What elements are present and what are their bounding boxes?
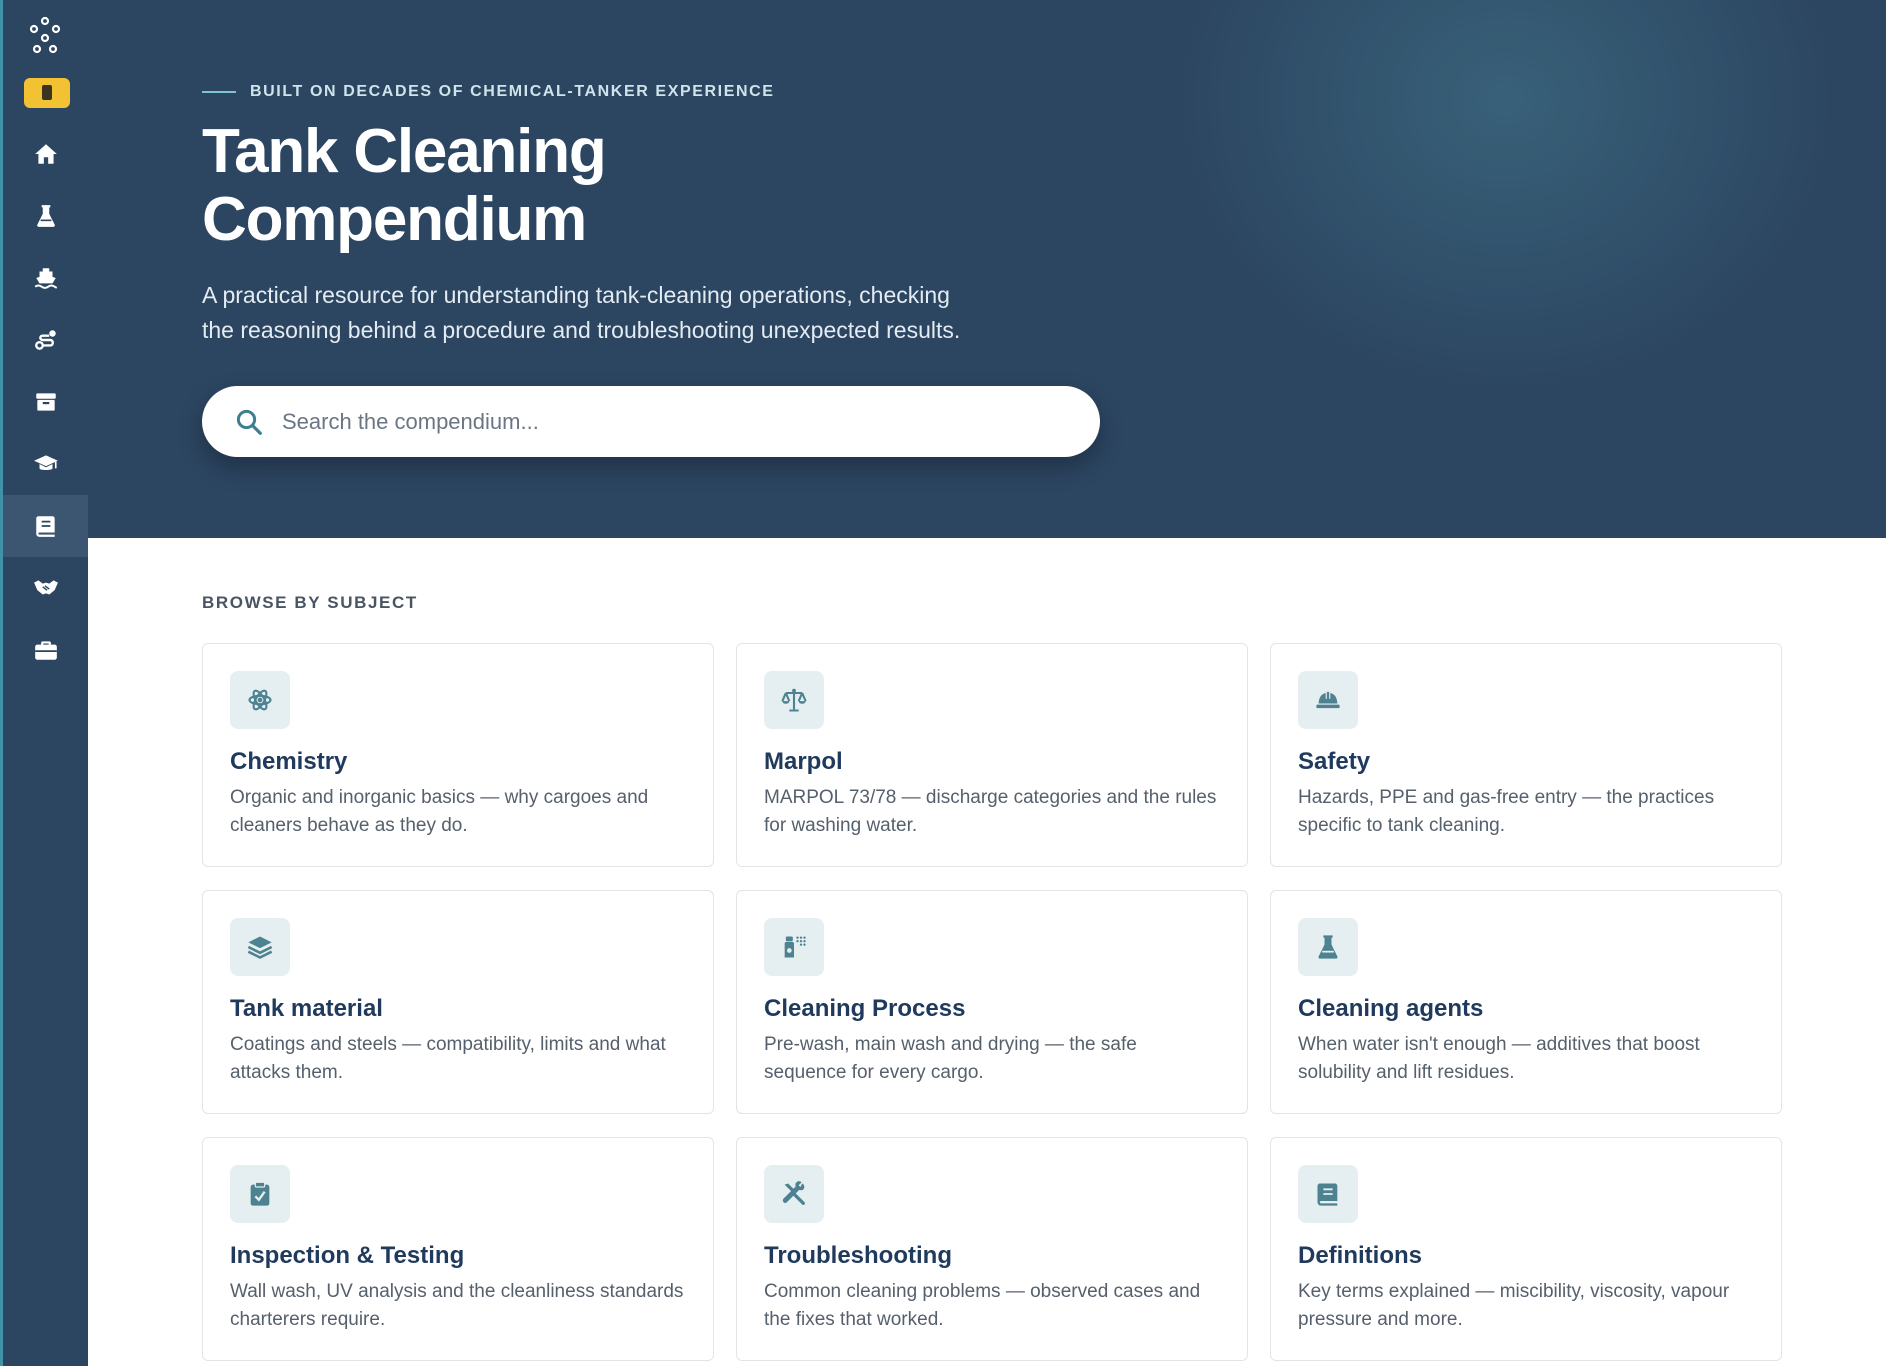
sidebar-item-archive[interactable] <box>3 371 88 433</box>
building-badge-icon[interactable] <box>24 78 70 108</box>
card-description: Hazards, PPE and gas-free entry — the pr… <box>1298 787 1715 836</box>
page-title-line2: Compendium <box>202 185 587 254</box>
route-icon <box>34 330 56 350</box>
hero-subtitle-line1: A practical resource for understanding t… <box>202 282 950 308</box>
hero-subtitle-line2: the reasoning behind a procedure and tro… <box>202 317 961 343</box>
sidebar-item-lab[interactable] <box>3 185 88 247</box>
graduation-cap-icon <box>33 455 58 470</box>
card-title: Chemistry <box>230 748 348 775</box>
search-icon <box>236 409 262 435</box>
sidebar-item-vessel[interactable] <box>3 247 88 309</box>
search-bar[interactable] <box>202 386 1100 457</box>
eyebrow-divider <box>202 91 236 93</box>
subject-card-chemistry[interactable]: Chemistry Organic and inorganic basics —… <box>202 643 714 867</box>
card-description: Key terms explained — miscibility, visco… <box>1298 1281 1730 1330</box>
sidebar-item-home[interactable] <box>3 123 88 185</box>
hard-hat-icon <box>1298 671 1358 729</box>
sidebar <box>0 0 88 1366</box>
book-icon <box>35 516 55 537</box>
tools-icon <box>764 1165 824 1223</box>
flask-icon <box>36 205 55 227</box>
atom-icon <box>230 671 290 729</box>
hero-eyebrow: BUILT ON DECADES OF CHEMICAL-TANKER EXPE… <box>202 83 775 101</box>
subject-card-marpol[interactable]: Marpol MARPOL 73/78 — discharge categori… <box>736 643 1248 867</box>
layers-icon <box>230 918 290 976</box>
card-description: Organic and inorganic basics — why cargo… <box>230 787 649 836</box>
search-input[interactable] <box>282 408 1042 435</box>
page-title: Tank Cleaning Compendium <box>202 118 1002 254</box>
subject-card-definitions[interactable]: Definitions Key terms explained — miscib… <box>1270 1137 1782 1361</box>
card-title: Troubleshooting <box>764 1242 952 1269</box>
handshake-icon <box>33 580 58 595</box>
browse-section-label: BROWSE BY SUBJECT <box>202 593 418 612</box>
spray-bottle-icon <box>764 918 824 976</box>
card-description: Coatings and steels — compatibility, lim… <box>230 1034 666 1083</box>
subject-card-inspection-testing[interactable]: Inspection & Testing Wall wash, UV analy… <box>202 1137 714 1361</box>
subject-card-cleaning-process[interactable]: Cleaning Process Pre-wash, main wash and… <box>736 890 1248 1114</box>
briefcase-icon <box>34 641 57 660</box>
sidebar-item-training[interactable] <box>3 433 88 495</box>
page-title-line1: Tank Cleaning <box>202 117 607 186</box>
sidebar-item-routes[interactable] <box>3 309 88 371</box>
card-title: Inspection & Testing <box>230 1242 465 1269</box>
card-description: Pre-wash, main wash and drying — the saf… <box>764 1034 1137 1083</box>
eyebrow-text: BUILT ON DECADES OF CHEMICAL-TANKER EXPE… <box>250 83 775 100</box>
card-description: Common cleaning problems — observed case… <box>764 1281 1201 1330</box>
subject-card-cleaning-agents[interactable]: Cleaning agents When water isn't enough … <box>1270 890 1782 1114</box>
clipboard-check-icon <box>230 1165 290 1223</box>
archive-icon <box>35 393 56 411</box>
scale-icon <box>764 671 824 729</box>
book-icon <box>1298 1165 1358 1223</box>
card-title: Cleaning Process <box>764 995 966 1022</box>
card-description: MARPOL 73/78 — discharge categories and … <box>764 787 1217 836</box>
ship-icon <box>34 268 57 289</box>
subject-card-tank-material[interactable]: Tank material Coatings and steels — comp… <box>202 890 714 1114</box>
sidebar-item-services[interactable] <box>3 619 88 681</box>
sidebar-item-partners[interactable] <box>3 557 88 619</box>
home-icon <box>34 144 57 164</box>
subject-card-safety[interactable]: Safety Hazards, PPE and gas-free entry —… <box>1270 643 1782 867</box>
logo-icon[interactable] <box>3 14 91 58</box>
subject-card-troubleshooting[interactable]: Troubleshooting Common cleaning problems… <box>736 1137 1248 1361</box>
hero-subtitle: A practical resource for understanding t… <box>202 278 1022 348</box>
card-title: Marpol <box>764 748 843 775</box>
card-description: When water isn't enough — additives that… <box>1298 1034 1700 1083</box>
card-title: Cleaning agents <box>1298 995 1484 1022</box>
card-title: Safety <box>1298 748 1371 775</box>
card-title: Definitions <box>1298 1242 1422 1269</box>
flask-icon <box>1298 918 1358 976</box>
hero-banner: BUILT ON DECADES OF CHEMICAL-TANKER EXPE… <box>88 0 1886 538</box>
sidebar-item-compendium[interactable] <box>3 495 88 557</box>
card-description: Wall wash, UV analysis and the cleanline… <box>230 1281 684 1330</box>
card-title: Tank material <box>230 995 383 1022</box>
subject-grid: Chemistry Organic and inorganic basics —… <box>202 643 1782 1361</box>
